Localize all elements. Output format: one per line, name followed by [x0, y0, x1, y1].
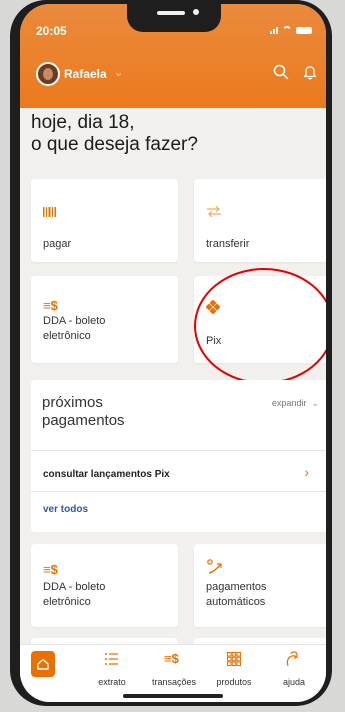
- transfer-arrows-icon: [207, 205, 221, 217]
- transfer-label: transferir: [206, 238, 250, 250]
- upcoming-title: próximos pagamentos: [42, 394, 125, 429]
- dda-money-icon: ≡$: [43, 562, 58, 577]
- avatar[interactable]: [36, 62, 60, 86]
- divider: [31, 491, 326, 492]
- products-icon: [227, 652, 241, 666]
- dda-card[interactable]: ≡$ DDA - boleto eletrônico: [31, 276, 178, 363]
- auto-payments-label: pagamentos automáticos: [206, 581, 267, 608]
- home-indicator: [123, 694, 223, 698]
- barcode-icon: [43, 207, 56, 217]
- tab-statement-label: extrato: [98, 677, 126, 687]
- device-notch: [127, 4, 221, 32]
- status-icons: [270, 26, 312, 34]
- user-name[interactable]: Rafaela: [64, 67, 107, 81]
- dda-money-icon: ≡$: [43, 298, 58, 313]
- dda-label: DDA - boleto eletrônico: [43, 315, 106, 342]
- camera-dot: [193, 9, 199, 15]
- tab-products-label: produtos: [216, 677, 252, 687]
- dda-card-secondary[interactable]: ≡$ DDA - boleto eletrônico: [31, 544, 178, 627]
- help-icon: [286, 651, 299, 667]
- chevron-down-icon[interactable]: ⌄: [114, 66, 123, 79]
- pay-label: pagar: [43, 238, 72, 250]
- signal-icon: [270, 27, 278, 34]
- tab-help-label: ajuda: [282, 677, 306, 687]
- status-time: 20:05: [36, 24, 67, 38]
- tab-home[interactable]: [31, 651, 55, 677]
- chevron-right-icon[interactable]: ›: [304, 464, 309, 480]
- auto-payment-icon: [207, 559, 222, 574]
- transfer-card[interactable]: transferir: [194, 179, 326, 262]
- transactions-icon: ≡$: [164, 651, 179, 666]
- home-icon: [37, 658, 49, 670]
- expand-label: expandir: [271, 398, 307, 408]
- consult-pix-link[interactable]: consultar lançamentos Pix: [43, 469, 170, 480]
- battery-icon: [296, 27, 312, 34]
- search-icon[interactable]: [273, 64, 289, 80]
- app-header: 20:05 Rafaela ⌄: [20, 4, 326, 108]
- upcoming-payments-panel: próximos pagamentos expandir ⌄ consultar …: [31, 380, 326, 532]
- divider: [31, 450, 326, 451]
- pay-card[interactable]: pagar: [31, 179, 178, 262]
- tab-transactions-label: transações: [151, 677, 197, 687]
- app-screen: 20:05 Rafaela ⌄ hoje, dia 18, o que dese…: [20, 4, 326, 702]
- auto-payments-card[interactable]: pagamentos automáticos: [194, 544, 326, 627]
- speaker-bar: [157, 11, 185, 15]
- chevron-down-icon: ⌄: [311, 398, 319, 408]
- greeting-text: hoje, dia 18, o que deseja fazer?: [31, 112, 198, 155]
- see-all-link[interactable]: ver todos: [43, 504, 88, 515]
- bell-icon[interactable]: [302, 64, 318, 80]
- red-circle-annotation: [194, 268, 326, 384]
- dda-label-secondary: DDA - boleto eletrônico: [43, 581, 106, 608]
- wifi-icon: [282, 26, 292, 34]
- statement-icon: [105, 653, 118, 665]
- expand-button[interactable]: expandir ⌄: [272, 398, 319, 409]
